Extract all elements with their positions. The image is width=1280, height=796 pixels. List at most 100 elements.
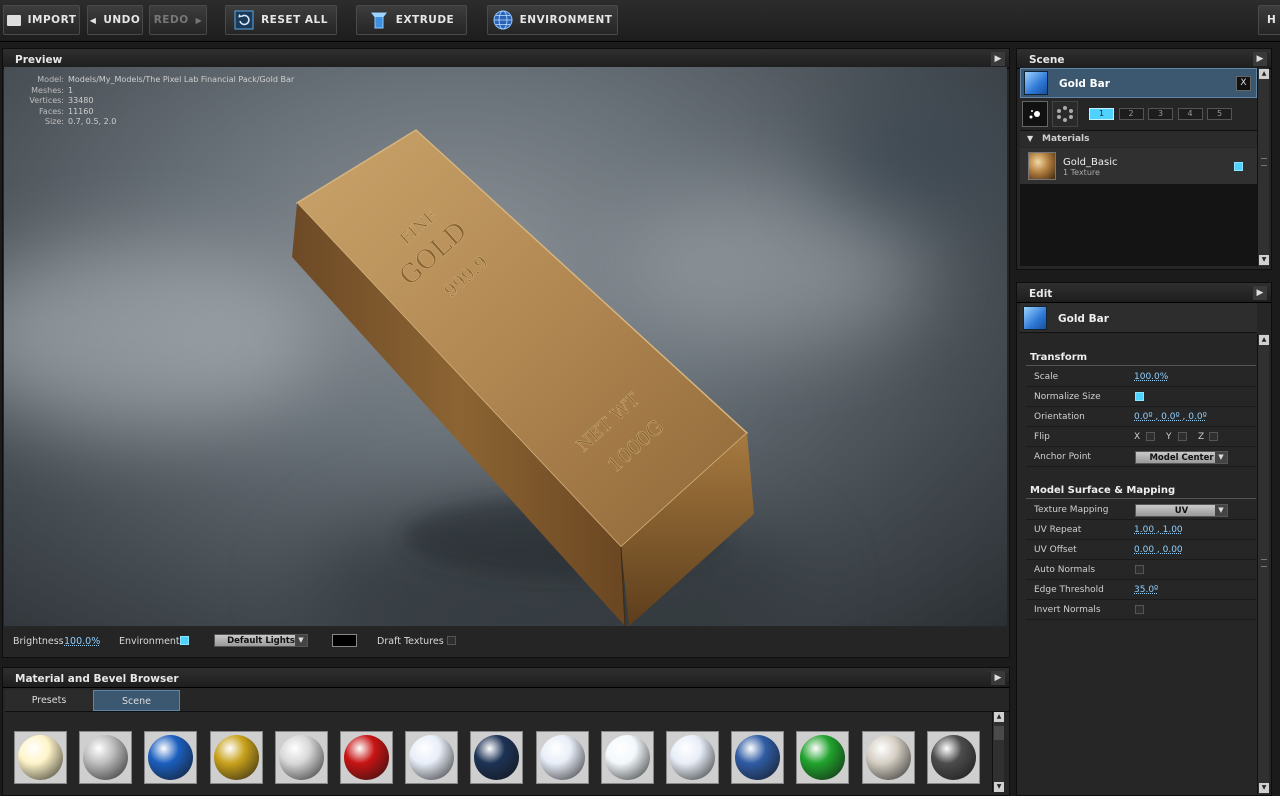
material-sphere xyxy=(604,735,650,780)
browser-scrollbar[interactable]: ▲ ▼ xyxy=(992,712,1004,792)
material-sphere xyxy=(409,735,455,780)
group-button-4[interactable]: 4 xyxy=(1177,108,1203,120)
environment-button[interactable]: ENVIRONMENT xyxy=(487,5,618,35)
3d-viewport[interactable]: Model: Models/My_Models/The Pixel Lab Fin… xyxy=(4,67,1007,626)
undo-label: UNDO xyxy=(103,14,141,26)
uv-repeat-row: UV Repeat 1.00 , 1.00 xyxy=(1026,520,1256,540)
expand-arrow-icon[interactable]: ▶ xyxy=(1253,52,1267,66)
orientation-value[interactable]: 0.0º , 0.0º , 0.0º xyxy=(1134,412,1207,422)
auto-normals-checkbox[interactable] xyxy=(1135,565,1144,574)
edge-threshold-label: Edge Threshold xyxy=(1034,585,1104,595)
material-swatch-glow[interactable] xyxy=(14,731,67,784)
tab-presets[interactable]: Presets xyxy=(5,690,93,711)
preview-title: Preview xyxy=(15,54,63,66)
material-row[interactable]: Gold_Basic 1 Texture xyxy=(1020,148,1257,184)
material-sphere xyxy=(800,735,846,780)
texture-mapping-row: Texture Mapping UV ▼ xyxy=(1026,500,1256,520)
scene-header: Scene ▶ xyxy=(1017,49,1271,69)
remove-object-button[interactable]: X xyxy=(1236,76,1251,91)
extrude-icon xyxy=(370,12,387,29)
undo-button[interactable]: ◀ UNDO xyxy=(87,5,143,35)
flip-y-checkbox[interactable] xyxy=(1178,432,1187,441)
tab-scene[interactable]: Scene xyxy=(93,690,180,711)
normalize-label: Normalize Size xyxy=(1034,392,1101,402)
flip-x-checkbox[interactable] xyxy=(1146,432,1155,441)
preview-header: Preview ▶ xyxy=(3,49,1009,69)
material-sphere xyxy=(539,735,585,780)
preview-options-bar: Brightness 100.0% Environment Default Li… xyxy=(4,628,1007,654)
material-swatch-red[interactable] xyxy=(340,731,393,784)
material-swatch-navy[interactable] xyxy=(470,731,524,784)
expand-arrow-icon[interactable]: ▶ xyxy=(991,671,1005,685)
edge-threshold-value[interactable]: 35.0º xyxy=(1134,585,1158,595)
material-swatch-blue[interactable] xyxy=(144,731,198,784)
material-swatch-green[interactable] xyxy=(796,731,850,784)
material-swatch-american-1[interactable] xyxy=(405,731,459,784)
lights-dropdown[interactable]: Default Lights ▼ xyxy=(214,634,308,647)
particles-icon[interactable] xyxy=(1052,101,1078,127)
flip-z-checkbox[interactable] xyxy=(1209,432,1218,441)
material-swatch-white[interactable] xyxy=(600,731,654,784)
normalize-row: Normalize Size xyxy=(1026,387,1256,407)
brightness-label: Brightness xyxy=(13,636,64,647)
material-swatch-wood[interactable] xyxy=(861,731,915,784)
edit-scrollbar[interactable]: ▲ ▼ xyxy=(1257,334,1269,794)
tab-presets-label: Presets xyxy=(31,695,67,706)
material-swatch-silver[interactable] xyxy=(79,731,133,784)
uv-offset-value[interactable]: 0.00 , 0.00 xyxy=(1134,545,1183,555)
help-button[interactable]: H xyxy=(1258,5,1280,35)
draft-textures-label: Draft Textures xyxy=(377,636,444,647)
redo-button[interactable]: REDO ▶ xyxy=(149,5,207,35)
import-button[interactable]: IMPORT xyxy=(3,5,80,35)
gold-bar-model: FINE GOLD 999.9 NET WT 1000G xyxy=(292,129,754,626)
material-swatch-blue-logo[interactable] xyxy=(731,731,785,784)
expand-arrow-icon[interactable]: ▶ xyxy=(991,52,1005,66)
scene-scrollbar[interactable]: ▲ ▼ xyxy=(1257,68,1269,266)
extrude-button[interactable]: EXTRUDE xyxy=(356,5,467,35)
material-visible-checkbox[interactable] xyxy=(1234,162,1243,171)
browser-header: Material and Bevel Browser ▶ xyxy=(3,668,1009,688)
material-swatch-american-2[interactable] xyxy=(535,731,589,784)
materials-header[interactable]: ▼ Materials xyxy=(1020,130,1257,147)
scene-object-row[interactable]: Gold Bar X xyxy=(1020,68,1257,98)
group-button-3[interactable]: 3 xyxy=(1148,108,1173,120)
group-button-5[interactable]: 5 xyxy=(1207,108,1232,120)
normalize-checkbox[interactable] xyxy=(1135,392,1144,401)
anchor-dropdown[interactable]: Model Center ▼ xyxy=(1135,451,1228,464)
import-label: IMPORT xyxy=(27,14,77,26)
scale-row: Scale 100.0% xyxy=(1026,367,1256,387)
anchor-label: Anchor Point xyxy=(1034,452,1091,462)
texture-mapping-dropdown[interactable]: UV ▼ xyxy=(1135,504,1228,517)
move-tool-icon[interactable] xyxy=(1022,101,1048,127)
import-icon xyxy=(6,14,21,26)
draft-textures-checkbox[interactable] xyxy=(447,636,456,645)
material-sphere xyxy=(865,735,911,780)
material-swatch-yellow[interactable] xyxy=(209,731,263,784)
expand-arrow-icon[interactable]: ▶ xyxy=(1253,286,1267,300)
brightness-value[interactable]: 100.0% xyxy=(64,636,100,647)
cube-icon xyxy=(1023,306,1047,330)
scale-value[interactable]: 100.0% xyxy=(1134,372,1168,382)
background-color-swatch[interactable] xyxy=(332,634,357,647)
material-swatch-dark-gray[interactable] xyxy=(926,731,980,784)
environment-checkbox[interactable] xyxy=(180,636,189,645)
edit-title: Edit xyxy=(1029,288,1053,300)
material-sphere xyxy=(930,735,976,780)
group-button-1[interactable]: 1 xyxy=(1089,108,1114,120)
environment-label: Environment xyxy=(119,636,180,647)
reset-all-label: RESET ALL xyxy=(261,14,328,26)
group-button-2[interactable]: 2 xyxy=(1118,108,1144,120)
globe-icon xyxy=(493,10,513,30)
uv-repeat-value[interactable]: 1.00 , 1.00 xyxy=(1134,525,1183,535)
material-texture-count: 1 Texture xyxy=(1063,168,1100,177)
material-swatch-american-3[interactable] xyxy=(666,731,719,784)
material-sphere xyxy=(344,735,389,780)
material-sphere xyxy=(18,735,63,780)
cube-icon xyxy=(1024,71,1048,95)
invert-normals-row: Invert Normals xyxy=(1026,600,1256,620)
reset-all-button[interactable]: RESET ALL xyxy=(225,5,337,35)
material-sphere xyxy=(474,735,520,780)
material-swatch-chrome-stripes[interactable] xyxy=(274,731,328,784)
invert-normals-checkbox[interactable] xyxy=(1135,605,1144,614)
auto-normals-row: Auto Normals xyxy=(1026,560,1256,580)
